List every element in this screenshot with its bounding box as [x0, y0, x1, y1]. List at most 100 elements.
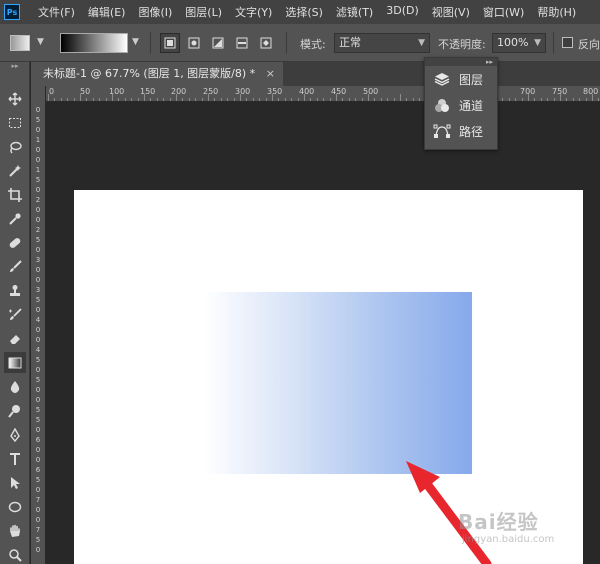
divider: [150, 32, 151, 54]
diamond-gradient-icon: [260, 37, 272, 49]
type-tool-icon: [10, 452, 20, 465]
history-brush-tool-button[interactable]: [4, 304, 26, 325]
gradient-editor-swatch[interactable]: [60, 33, 128, 53]
move-tool-button[interactable]: [4, 88, 26, 109]
menu-help[interactable]: 帮助(H): [537, 4, 576, 20]
zoom-tool-button[interactable]: [4, 544, 26, 564]
chevron-down-icon[interactable]: ▼: [132, 37, 139, 47]
ruler-tick: [48, 94, 49, 101]
ruler-tick: [361, 98, 363, 101]
ruler-tick: [220, 98, 222, 101]
panel-item-channels[interactable]: 通道: [425, 92, 497, 118]
panel-item-label: 路径: [459, 124, 484, 139]
hand-tool-button[interactable]: [4, 520, 26, 541]
opacity-input[interactable]: 100% ▼: [492, 33, 546, 53]
ruler-label: 0: [35, 516, 41, 524]
ruler-tick: [534, 98, 536, 101]
menu-3d[interactable]: 3D(D): [386, 4, 419, 20]
menu-window[interactable]: 窗口(W): [483, 4, 524, 20]
eraser-tool-button[interactable]: [4, 328, 26, 349]
menu-file[interactable]: 文件(F): [38, 4, 75, 20]
ruler-tick: [156, 98, 158, 101]
ruler-tick: [528, 94, 529, 101]
divider: [286, 32, 287, 54]
dodge-tool-button[interactable]: [4, 400, 26, 421]
ruler-tick: [297, 98, 299, 101]
layers-icon: [433, 71, 451, 87]
ruler-tick: [355, 98, 357, 101]
path-selection-tool-button[interactable]: [4, 472, 26, 493]
marquee-tool-button[interactable]: [4, 112, 26, 133]
toolbox-grip[interactable]: ▸▸: [0, 62, 30, 70]
pen-tool-icon: [10, 427, 20, 442]
ruler-label: 0: [35, 386, 41, 394]
ruler-label: 2: [35, 196, 41, 204]
ruler-tick: [566, 98, 568, 101]
ruler-label: 0: [35, 306, 41, 314]
panel-item-label: 图层: [459, 72, 484, 87]
healing-brush-tool-button[interactable]: [4, 232, 26, 253]
menu-select[interactable]: 选择(S): [285, 4, 323, 20]
vertical-ruler[interactable]: 0 5 0 1 0 0 1 5 0 2 0 0 2 5 0 3 0 0 3 5 0 4 0 0 4 5 0 5 0 0 5 5 0 6 0 0 6 5 0 7…: [31, 86, 46, 564]
linear-gradient-button[interactable]: [160, 33, 180, 53]
menu-type[interactable]: 文字(Y): [235, 4, 272, 20]
panel-grip[interactable]: ▸▸: [425, 58, 497, 66]
ruler-tick: [73, 98, 75, 101]
radial-gradient-button[interactable]: [184, 33, 204, 53]
pen-tool-button[interactable]: [4, 424, 26, 445]
panel-item-layers[interactable]: 图层: [425, 66, 497, 92]
menu-items: 文件(F) 编辑(E) 图像(I) 图层(L) 文字(Y) 选择(S) 滤镜(T…: [38, 4, 589, 20]
ruler-label: 7: [35, 526, 41, 534]
eyedropper-tool-button[interactable]: [4, 208, 26, 229]
ruler-tick: [329, 98, 331, 101]
crop-tool-button[interactable]: [4, 184, 26, 205]
ruler-label: 0: [35, 246, 41, 254]
ruler-label: 5: [35, 376, 41, 384]
ruler-tick: [214, 98, 216, 101]
menu-image[interactable]: 图像(I): [138, 4, 172, 20]
tool-preset-picker[interactable]: [10, 35, 30, 51]
ruler-label: 2: [35, 226, 41, 234]
ruler-label: 5: [35, 406, 41, 414]
ruler-tick: [508, 98, 510, 101]
ruler-label: 0: [35, 156, 41, 164]
clone-stamp-tool-button[interactable]: [4, 280, 26, 301]
ellipse-tool-button[interactable]: [4, 496, 26, 517]
close-icon[interactable]: ×: [266, 62, 275, 86]
menu-layer[interactable]: 图层(L): [185, 4, 222, 20]
ruler-tick: [547, 98, 549, 101]
magic-wand-tool-button[interactable]: [4, 160, 26, 181]
photoshop-logo-icon[interactable]: Ps: [4, 4, 20, 20]
menu-view[interactable]: 视图(V): [432, 4, 470, 20]
options-bar: ▼ ▼ 模式: 正常 ▼ 不透明度: 100% ▼ 反向: [0, 24, 600, 62]
dodge-tool-icon: [8, 404, 20, 418]
angle-gradient-button[interactable]: [208, 33, 228, 53]
ruler-label: 0: [35, 456, 41, 464]
reflected-gradient-button[interactable]: [232, 33, 252, 53]
mode-select[interactable]: 正常 ▼: [334, 33, 430, 53]
ruler-label: 0: [35, 396, 41, 404]
blur-tool-button[interactable]: [4, 376, 26, 397]
lasso-tool-button[interactable]: [4, 136, 26, 157]
type-tool-button[interactable]: [4, 448, 26, 469]
diamond-gradient-button[interactable]: [256, 33, 276, 53]
ruler-label: 6: [35, 436, 41, 444]
menu-bar: Ps 文件(F) 编辑(E) 图像(I) 图层(L) 文字(Y) 选择(S) 滤…: [0, 0, 600, 24]
menu-filter[interactable]: 滤镜(T): [336, 4, 373, 20]
document-tab[interactable]: 未标题-1 @ 67.7% (图层 1, 图层蒙版/8) * ×: [31, 62, 283, 86]
ruler-label: 5: [35, 356, 41, 364]
chevron-down-icon[interactable]: ▼: [37, 37, 44, 47]
clone-stamp-tool-icon: [10, 284, 20, 296]
opacity-label: 不透明度:: [438, 38, 486, 51]
reverse-checkbox[interactable]: [562, 37, 573, 48]
ruler-tick: [560, 94, 561, 101]
watermark-text: Bai经验: [458, 510, 539, 534]
brush-tool-button[interactable]: [4, 256, 26, 277]
ruler-tick: [592, 94, 593, 101]
ruler-tick: [150, 98, 152, 101]
panel-item-paths[interactable]: 路径: [425, 118, 497, 144]
gradient-tool-button[interactable]: [4, 352, 26, 373]
menu-edit[interactable]: 编辑(E): [88, 4, 126, 20]
horizontal-ruler[interactable]: 0 50 100 150 200 250 300 350 400 450 500…: [31, 86, 600, 102]
gradient-fill-layer[interactable]: [203, 292, 472, 474]
